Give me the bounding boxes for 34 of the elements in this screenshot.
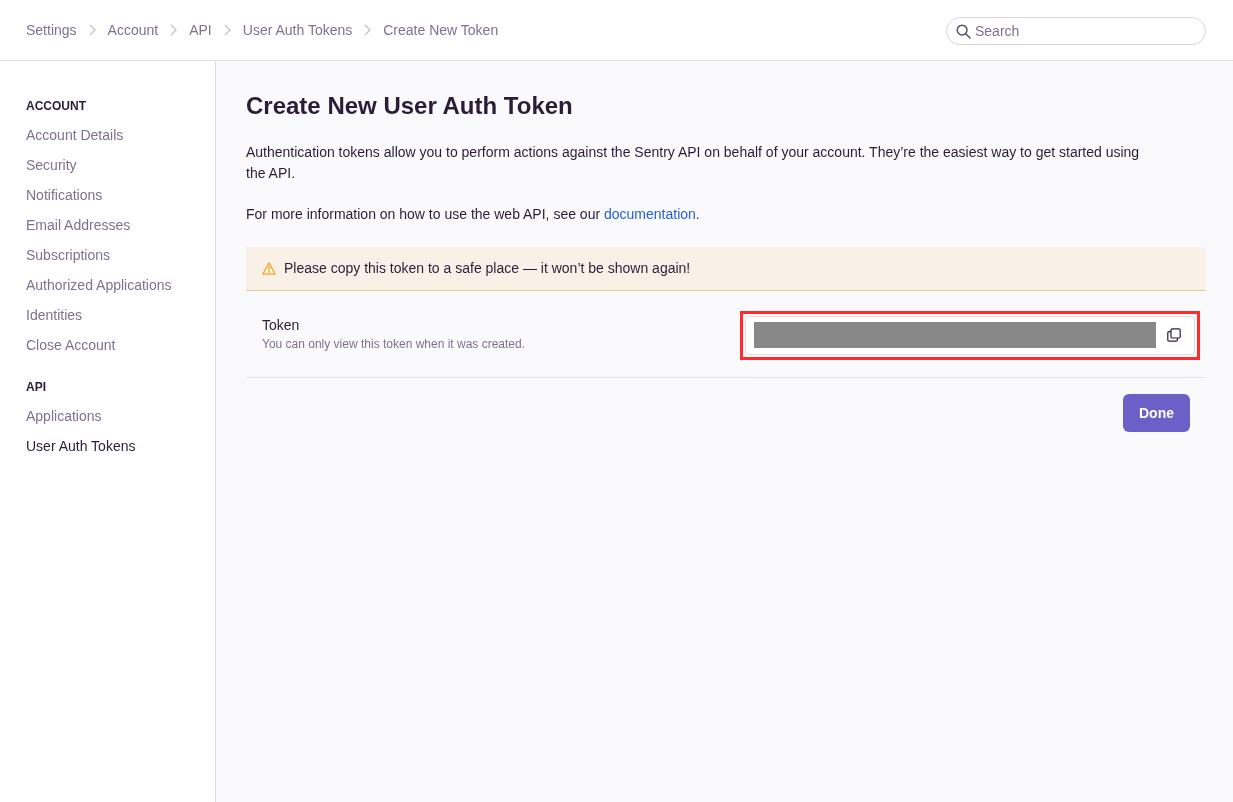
sidebar-heading: API: [26, 379, 46, 396]
sidebar-item[interactable]: Email Addresses: [26, 210, 131, 240]
sidebar-item[interactable]: Authorized Applications: [26, 270, 172, 300]
sidebar-item[interactable]: Identities: [26, 300, 83, 330]
chevron-right-icon: [223, 24, 231, 36]
breadcrumb-link[interactable]: Create New Token: [383, 19, 499, 41]
token-help-text: You can only view this token when it was created.: [262, 336, 526, 353]
sidebar-item[interactable]: Notifications: [26, 180, 103, 210]
breadcrumb-link[interactable]: Account: [107, 19, 159, 41]
breadcrumb-link[interactable]: User Auth Tokens: [242, 19, 353, 41]
sidebar-heading: ACCOUNT: [26, 98, 86, 115]
page-title: Create New User Auth Token: [246, 91, 573, 121]
warning-text: Please copy this token to a safe place — it won’t be shown again!: [284, 259, 691, 278]
sidebar-item[interactable]: Account Details: [26, 120, 124, 150]
documentation-link[interactable]: documentation: [603, 206, 696, 222]
copy-icon: [1167, 328, 1181, 342]
chevron-right-icon: [364, 24, 372, 36]
copy-button[interactable]: [1166, 327, 1182, 343]
sidebar-item[interactable]: Security: [26, 150, 77, 180]
page-description: Authentication tokens allow you to perform actions against the Sentry API on behalf of your account. They’re the easiest way to get started using the API.: [246, 143, 1141, 183]
sidebar-item[interactable]: Applications: [26, 401, 102, 431]
search-field[interactable]: Search: [946, 16, 1206, 45]
token-label: Token: [262, 316, 300, 335]
warning-icon: [262, 262, 276, 275]
sidebar-item[interactable]: Close Account: [26, 330, 116, 360]
search-icon: [956, 23, 971, 39]
chevron-right-icon: [170, 24, 178, 36]
sidebar-item[interactable]: Subscriptions: [26, 240, 111, 270]
breadcrumb-link[interactable]: API: [189, 19, 212, 41]
done-button[interactable]: Done: [1123, 394, 1190, 432]
chevron-right-icon: [88, 24, 96, 36]
documentation-note: For more information on how to use the web API, see our documentation.: [246, 205, 700, 224]
breadcrumb-link[interactable]: Settings: [26, 19, 77, 41]
sidebar-item[interactable]: User Auth Tokens: [26, 431, 136, 461]
